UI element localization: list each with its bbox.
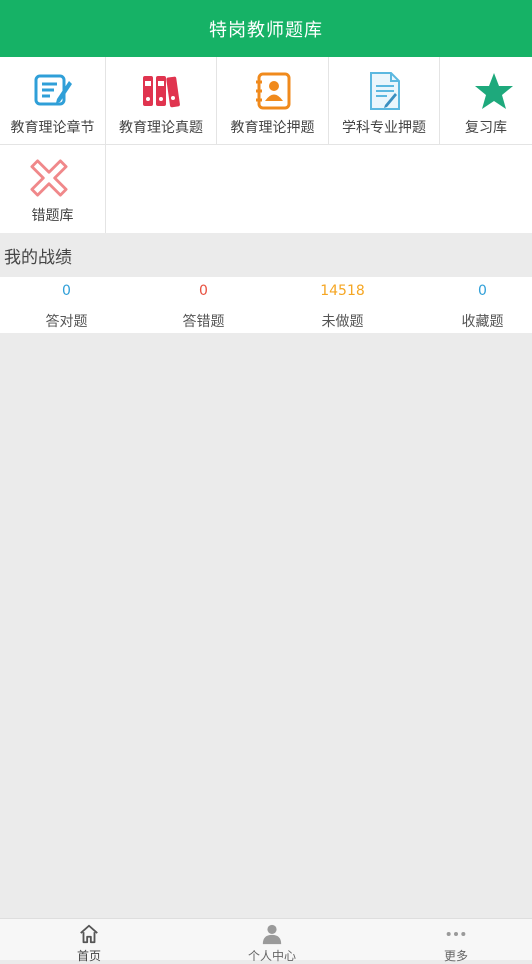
user-icon	[262, 924, 282, 945]
star-icon	[475, 73, 513, 109]
stats-panel: 0 答对题 0 答错题 14518 未做题 0 收藏题	[0, 277, 532, 333]
binders-icon	[143, 76, 180, 108]
grid-item-theory-real-exams[interactable]: 教育理论真题	[106, 57, 217, 145]
grid-item-label: 错题库	[31, 208, 74, 224]
tab-more[interactable]: 更多	[396, 919, 516, 963]
grid-item-label: 学科专业押题	[342, 120, 426, 136]
home-icon	[80, 924, 98, 944]
stat-value: 0	[199, 283, 208, 299]
stat-wrong[interactable]: 0 答错题	[137, 277, 270, 333]
stat-label: 答对题	[45, 314, 88, 330]
bottom-tab-bar: 首页 个人中心 更多	[0, 918, 532, 963]
section-title-text: 我的战绩	[4, 247, 72, 268]
grid-item-subject-predicted[interactable]: 学科专业押题	[329, 57, 440, 145]
stat-value: 14518	[320, 283, 365, 299]
edit-note-icon	[34, 74, 72, 106]
grid-item-label: 复习库	[465, 120, 507, 136]
grid-item-label: 教育理论押题	[230, 120, 315, 136]
stat-label: 答错题	[182, 314, 225, 330]
stat-value: 0	[62, 283, 71, 299]
more-dots-icon	[446, 931, 466, 937]
tab-label: 首页	[76, 949, 101, 963]
cross-icon	[30, 159, 68, 197]
feature-grid: 教育理论章节 教育理论真题 教育理论押题 学科专业押题 复习库 错题库	[0, 57, 532, 233]
tab-home[interactable]: 首页	[29, 919, 149, 963]
contact-book-icon	[256, 72, 291, 110]
stat-correct[interactable]: 0 答对题	[0, 277, 133, 333]
page-title: 特岗教师题库	[209, 19, 323, 41]
grid-item-label: 教育理论真题	[119, 120, 203, 136]
stat-label: 未做题	[321, 314, 364, 330]
tab-label: 个人中心	[247, 949, 296, 963]
grid-item-review-bank[interactable]: 复习库	[440, 57, 532, 145]
document-pen-icon	[370, 72, 400, 110]
tab-profile[interactable]: 个人中心	[212, 919, 332, 963]
grid-item-theory-predicted[interactable]: 教育理论押题	[217, 57, 329, 145]
stat-undone[interactable]: 14518 未做题	[276, 277, 409, 333]
stat-value: 0	[478, 283, 487, 299]
app-header: 特岗教师题库	[0, 0, 532, 57]
grid-item-label: 教育理论章节	[10, 120, 95, 136]
section-title: 我的战绩	[0, 233, 532, 277]
grid-item-wrong-bank[interactable]: 错题库	[0, 145, 106, 233]
grid-item-theory-chapters[interactable]: 教育理论章节	[0, 57, 106, 145]
stat-label: 收藏题	[461, 314, 504, 330]
stat-favorites[interactable]: 0 收藏题	[416, 277, 532, 333]
tab-label: 更多	[443, 949, 468, 963]
